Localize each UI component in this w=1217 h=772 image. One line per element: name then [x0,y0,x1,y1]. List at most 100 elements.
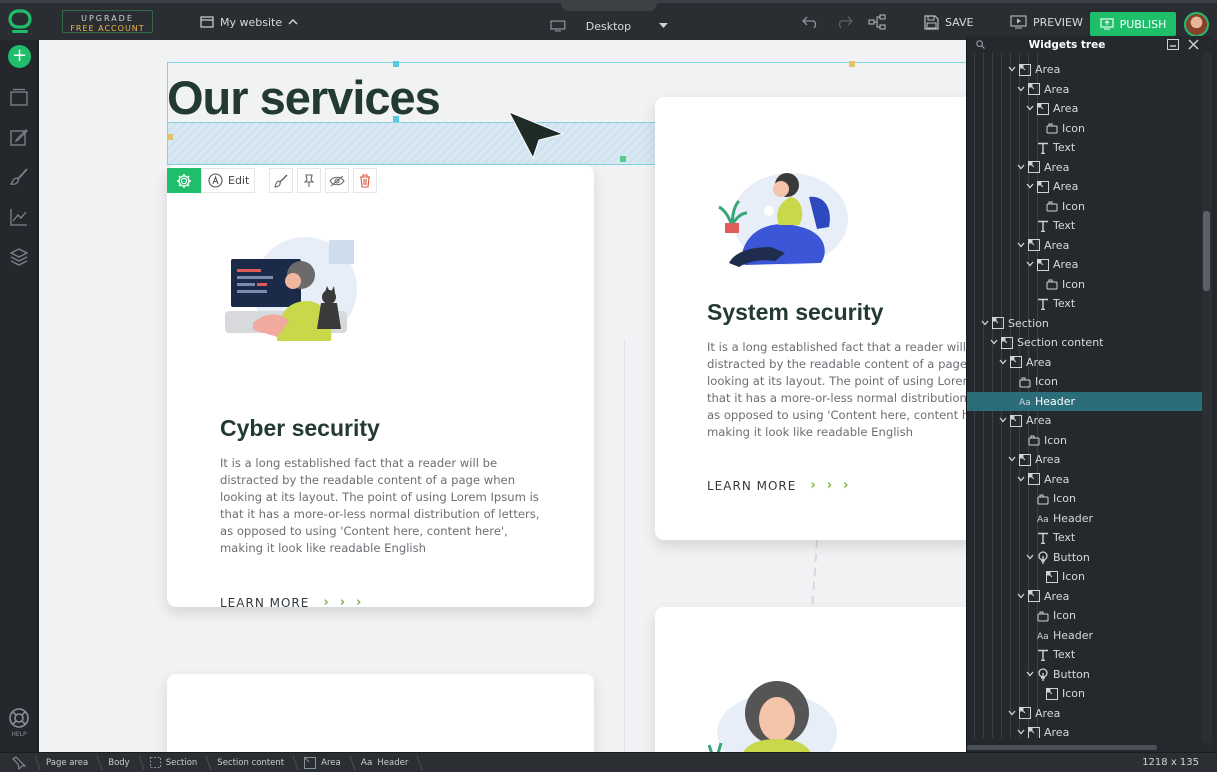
chevron-down-icon[interactable] [1015,475,1026,484]
layers-icon[interactable] [10,248,28,266]
tree-item-area[interactable]: Area [967,353,1202,373]
tree-item-button[interactable]: Button [967,548,1202,568]
tree-item-header[interactable]: Aa Header [967,626,1202,646]
redo-button[interactable] [835,11,853,33]
chevron-down-icon[interactable] [1015,728,1026,737]
chevron-down-icon[interactable] [997,416,1008,425]
resize-handle-left[interactable] [167,134,173,140]
pin-button[interactable] [297,168,321,193]
tree-item-icon[interactable]: Icon [967,119,1202,139]
tree-item-icon[interactable]: Icon [967,431,1202,451]
chevron-down-icon[interactable] [1015,85,1026,94]
chevron-down-icon[interactable] [979,319,990,328]
tree-item-area[interactable]: Area [967,158,1202,178]
tree-item-area[interactable]: Area [967,60,1202,80]
tree-item-area[interactable]: Icon [967,567,1202,587]
preview-button[interactable]: PREVIEW [1010,11,1083,33]
service-card-cyber[interactable]: Cyber security It is a long established … [167,165,594,610]
device-panel-tab[interactable] [561,1,657,11]
tree-item-area[interactable]: Area [967,450,1202,470]
tree-item-text[interactable]: Text [967,138,1202,158]
delete-button[interactable] [353,168,377,193]
service-card-fourth[interactable] [655,607,966,752]
widgets-tree-button[interactable] [868,11,886,33]
tree-item-text[interactable]: Text [967,645,1202,665]
tree-item-area[interactable]: Area [967,704,1202,724]
breadcrumb-section[interactable]: Section [142,753,210,772]
tree-item-icon[interactable]: Icon [967,489,1202,509]
tree-item-area[interactable]: Area [967,177,1202,197]
breadcrumb-body[interactable]: Body [100,753,141,772]
save-button[interactable]: SAVE [924,11,973,33]
site-selector[interactable]: My website [200,11,298,33]
tree-horizontal-scroll[interactable] [967,745,1157,750]
tree-item-area[interactable]: Area [967,470,1202,490]
resize-handle-top[interactable] [393,61,399,67]
help-button[interactable]: HELP [6,707,32,738]
settings-button[interactable] [167,168,201,193]
breadcrumb-page-area[interactable]: Page area [38,753,100,772]
tree-item-area[interactable]: Section content [967,333,1202,353]
service-card-third[interactable] [167,674,594,752]
logo-icon[interactable] [8,9,32,35]
tree-item-area[interactable]: Area [967,587,1202,607]
tree-item-area[interactable]: Section [967,314,1202,334]
tree-item-area[interactable]: Area [967,255,1202,275]
tree-item-header[interactable]: Aa Header [967,509,1202,529]
tree-item-text[interactable]: Text [967,216,1202,236]
chevron-down-icon[interactable] [1006,709,1017,718]
resize-handle-corner[interactable] [849,61,855,67]
pages-icon[interactable] [10,88,28,106]
tree-item-area[interactable]: Area [967,723,1202,738]
breadcrumb-pin[interactable] [0,753,38,772]
section-heading[interactable]: Our services [167,70,441,125]
design-button[interactable] [269,168,293,193]
chevron-down-icon[interactable] [988,338,999,347]
tree-item-icon[interactable]: Icon [967,606,1202,626]
tree-item-icon[interactable]: Icon [967,372,1202,392]
breadcrumb-header[interactable]: Aa Header [353,753,421,772]
chevron-down-icon[interactable] [1024,182,1035,191]
tree-scroll-thumb[interactable] [1203,211,1210,291]
chevron-down-icon[interactable] [1024,553,1035,562]
chevron-down-icon[interactable] [1006,455,1017,464]
edit-content-icon[interactable] [10,128,28,146]
tree-scrollbar[interactable] [1202,53,1212,743]
card-title[interactable]: System security [707,299,883,326]
learn-more-link[interactable]: LEARN MORE › › › [220,595,362,610]
tree-item-area[interactable]: Area [967,411,1202,431]
tree-item-icon[interactable]: Icon [967,275,1202,295]
device-selector[interactable]: Desktop [550,1,668,37]
tree-item-area[interactable]: Area [967,99,1202,119]
learn-more-link[interactable]: LEARN MORE › › › [707,478,849,493]
breadcrumb-area[interactable]: Area [296,753,353,772]
add-widget-button[interactable]: + [8,45,31,68]
tree-item-area[interactable]: Area [967,80,1202,100]
editor-canvas[interactable]: Our services Cyber security It is a long… [39,40,966,752]
publish-button[interactable]: PUBLISH [1090,12,1176,36]
analytics-icon[interactable] [10,208,28,226]
card-text[interactable]: It is a long established fact that a rea… [220,455,550,557]
chevron-down-icon[interactable] [1024,260,1035,269]
chevron-down-icon[interactable] [1024,104,1035,113]
minimize-icon[interactable] [1167,39,1179,50]
chevron-down-icon[interactable] [1015,241,1026,250]
tree-item-header[interactable]: Aa Header [967,391,1202,411]
edit-button[interactable]: Edit [201,168,255,193]
card-text[interactable]: It is a long established fact that a rea… [707,339,966,441]
tree-item-area[interactable]: Area [967,236,1202,256]
undo-button[interactable] [802,11,820,33]
tree-item-text[interactable]: Text [967,528,1202,548]
tree-item-icon[interactable]: Icon [967,197,1202,217]
chevron-down-icon[interactable] [1015,592,1026,601]
chevron-down-icon[interactable] [997,358,1008,367]
brush-icon[interactable] [10,168,28,186]
user-avatar[interactable] [1184,12,1209,37]
tree-item-text[interactable]: Text [967,294,1202,314]
service-card-system[interactable]: System security It is a long established… [655,97,966,540]
chevron-down-icon[interactable] [1006,65,1017,74]
breadcrumb-section-content[interactable]: Section content [209,753,296,772]
card-title[interactable]: Cyber security [220,415,380,442]
tree-item-button[interactable]: Button [967,665,1202,685]
tree-item-area[interactable]: Icon [967,684,1202,704]
